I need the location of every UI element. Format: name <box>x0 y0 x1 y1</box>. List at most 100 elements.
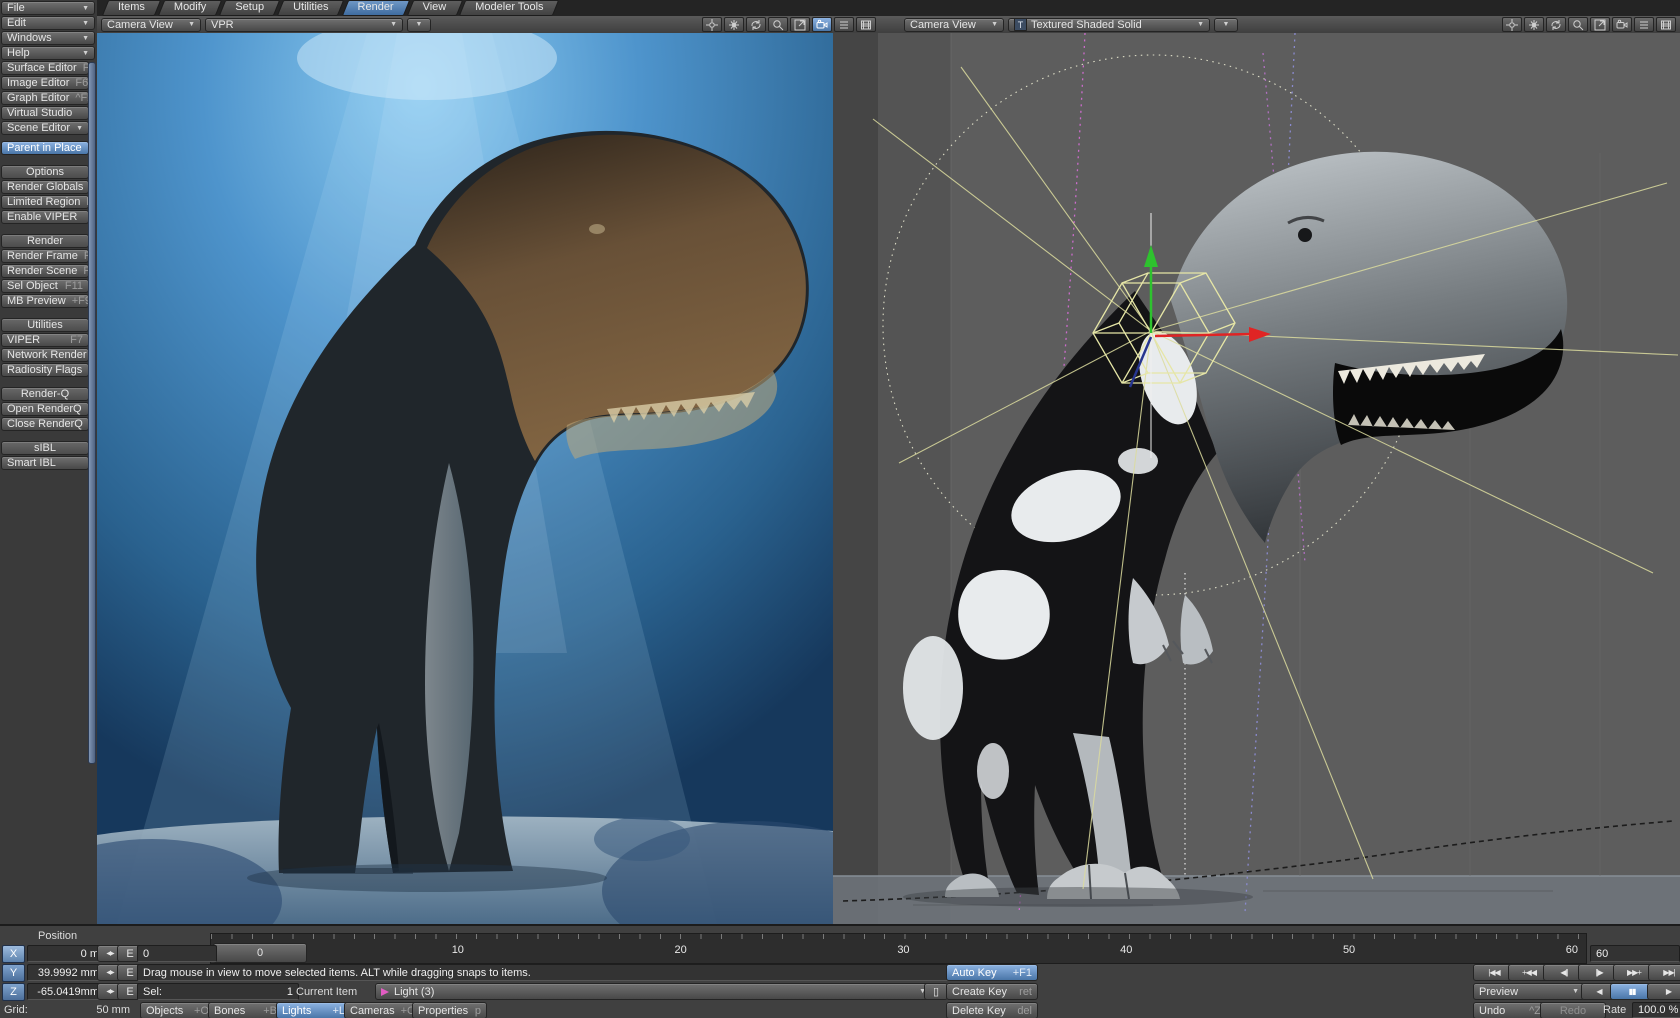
radiosity-flags-button[interactable]: Radiosity Flags <box>1 363 89 377</box>
step-back-icon: ◀|| <box>1560 968 1567 977</box>
play-forward-button[interactable]: ▶ <box>1647 983 1680 1000</box>
frame-slider-handle[interactable]: 0 <box>213 943 307 963</box>
smart-ibl-button[interactable]: Smart IBL <box>1 456 89 470</box>
list-icon[interactable] <box>834 17 854 32</box>
chevron-down-icon: ▼ <box>1197 21 1204 28</box>
right-viewport-toolbar <box>1502 17 1676 32</box>
menu-edit[interactable]: Edit▼ <box>1 16 95 30</box>
tab-view[interactable]: View <box>410 0 460 16</box>
close-renderq-button[interactable]: Close RenderQ <box>1 417 89 431</box>
fast-reverse-icon: +◀◀ <box>1522 968 1536 977</box>
current-frame-field[interactable]: 0 <box>137 945 217 962</box>
pan-icon[interactable] <box>1502 17 1522 32</box>
network-render-button[interactable]: Network Render <box>1 348 89 362</box>
chevron-down-icon: ▼ <box>82 5 89 12</box>
undo-button[interactable]: Undo^Z <box>1473 1002 1547 1018</box>
selection-count-field: Sel:1 <box>137 983 299 1000</box>
graph-editor-button[interactable]: Graph Editor^F2 <box>1 91 89 105</box>
surface-editor-button[interactable]: Surface EditorF5 <box>1 61 89 75</box>
skip-end-button[interactable]: ▶▶| <box>1648 964 1680 981</box>
preview-dropdown[interactable]: Preview▼ <box>1473 983 1585 1000</box>
left-viewport-toolbar <box>702 17 876 32</box>
timeline-ruler[interactable]: 0 10 20 30 40 50 60 0 <box>210 933 1587 964</box>
section-header-renderq: Render-Q <box>1 387 89 401</box>
image-editor-button[interactable]: Image EditorF6 <box>1 76 89 90</box>
chevron-down-icon: ▼ <box>1572 988 1579 995</box>
redo-button[interactable]: Redo <box>1540 1002 1606 1018</box>
menu-windows[interactable]: Windows▼ <box>1 31 95 45</box>
auto-key-button[interactable]: Auto Key+F1 <box>946 964 1038 981</box>
menu-file[interactable]: File▼ <box>1 1 95 15</box>
list-icon[interactable] <box>1634 17 1654 32</box>
end-frame-field[interactable]: 60 <box>1590 945 1680 962</box>
left-render-mode-dropdown[interactable]: VPR▼ <box>205 18 403 32</box>
camera-icon[interactable] <box>1612 17 1632 32</box>
pan-icon[interactable] <box>702 17 722 32</box>
current-item-dropdown[interactable]: Light (3)▼ <box>375 983 932 1000</box>
film-icon[interactable] <box>1656 17 1676 32</box>
scene-editor-button[interactable]: Scene Editor▼ <box>1 121 89 135</box>
maximize-icon[interactable] <box>1590 17 1610 32</box>
right-render-mode-dropdown[interactable]: TTextured Shaded Solid▼ <box>1008 18 1210 32</box>
right-viewport-options-dropdown[interactable]: ▼ <box>1214 18 1238 32</box>
step-forward-icon: ||▶ <box>1595 968 1602 977</box>
rotate-icon[interactable] <box>1546 17 1566 32</box>
properties-button[interactable]: Propertiesp <box>412 1002 487 1018</box>
maximize-icon[interactable] <box>790 17 810 32</box>
camera-icon[interactable] <box>812 17 832 32</box>
x-axis-tag[interactable]: X <box>2 945 25 963</box>
render-scene-button[interactable]: Render SceneF10 <box>1 264 89 278</box>
timeline-labels: 0 10 20 30 40 50 60 <box>235 944 1578 956</box>
render-frame-button[interactable]: Render FrameF9 <box>1 249 89 263</box>
tab-modify[interactable]: Modify <box>161 0 219 16</box>
move-icon[interactable] <box>724 17 744 32</box>
rotate-icon[interactable] <box>746 17 766 32</box>
zoom-icon[interactable] <box>1568 17 1588 32</box>
item-properties-toggle-button[interactable]: ▯ <box>924 983 948 1000</box>
zoom-icon[interactable] <box>768 17 788 32</box>
virtual-studio-button[interactable]: Virtual Studio <box>1 106 89 120</box>
pause-icon: ▮▮ <box>1629 987 1636 996</box>
z-position-field[interactable]: -65.0419mm <box>27 983 105 1000</box>
section-header-options: Options <box>1 165 89 179</box>
move-icon[interactable] <box>1524 17 1544 32</box>
render-globals-button[interactable]: Render Globals <box>1 180 89 194</box>
tab-items[interactable]: Items <box>105 0 158 16</box>
open-renderq-button[interactable]: Open RenderQ <box>1 402 89 416</box>
delete-key-button[interactable]: Delete Keydel <box>946 1002 1038 1018</box>
chevron-down-icon: ▼ <box>188 21 195 28</box>
limited-region-button[interactable]: Limited Regionl <box>1 195 89 209</box>
right-viewport-header: Camera View▼ TTextured Shaded Solid▼ ▼ <box>880 16 1680 34</box>
right-viewport-shaded-view[interactable] <box>833 33 1680 924</box>
left-viewport-options-dropdown[interactable]: ▼ <box>407 18 431 32</box>
film-icon[interactable] <box>856 17 876 32</box>
mb-preview-button[interactable]: MB Preview+F9 <box>1 294 89 308</box>
timeline-label: 40 <box>1120 944 1132 956</box>
cameras-mode-button[interactable]: Cameras+C <box>344 1002 419 1018</box>
section-header-utilities: Utilities <box>1 318 89 332</box>
light-icon <box>381 988 389 996</box>
create-key-button[interactable]: Create Keyret <box>946 983 1038 1000</box>
y-axis-tag[interactable]: Y <box>2 964 25 982</box>
z-axis-tag[interactable]: Z <box>2 983 25 1001</box>
right-view-mode-dropdown[interactable]: Camera View▼ <box>904 18 1004 32</box>
x-position-field[interactable]: 0 m <box>27 945 105 962</box>
bones-mode-button[interactable]: Bones+B <box>208 1002 283 1018</box>
tab-modeler-tools[interactable]: Modeler Tools <box>462 0 556 16</box>
parent-in-place-button[interactable]: Parent in Place <box>1 141 89 155</box>
lights-mode-button[interactable]: Lights+L <box>276 1002 351 1018</box>
sel-object-button[interactable]: Sel ObjectF11 <box>1 279 89 293</box>
objects-mode-button[interactable]: Objects+O <box>140 1002 215 1018</box>
y-position-field[interactable]: 39.9992 mm <box>27 964 105 981</box>
sidebar-scrollbar[interactable] <box>88 62 96 764</box>
viper-button[interactable]: VIPERF7 <box>1 333 89 347</box>
tab-setup[interactable]: Setup <box>222 0 277 16</box>
tab-utilities[interactable]: Utilities <box>280 0 341 16</box>
left-view-mode-dropdown[interactable]: Camera View▼ <box>101 18 201 32</box>
skip-start-icon: |◀◀ <box>1488 968 1499 977</box>
rate-value-field[interactable]: 100.0 % <box>1632 1002 1680 1018</box>
menu-help[interactable]: Help▼ <box>1 46 95 60</box>
left-viewport-vpr-render[interactable] <box>97 33 833 924</box>
enable-viper-button[interactable]: Enable VIPER <box>1 210 89 224</box>
tab-render[interactable]: Render <box>345 0 407 16</box>
